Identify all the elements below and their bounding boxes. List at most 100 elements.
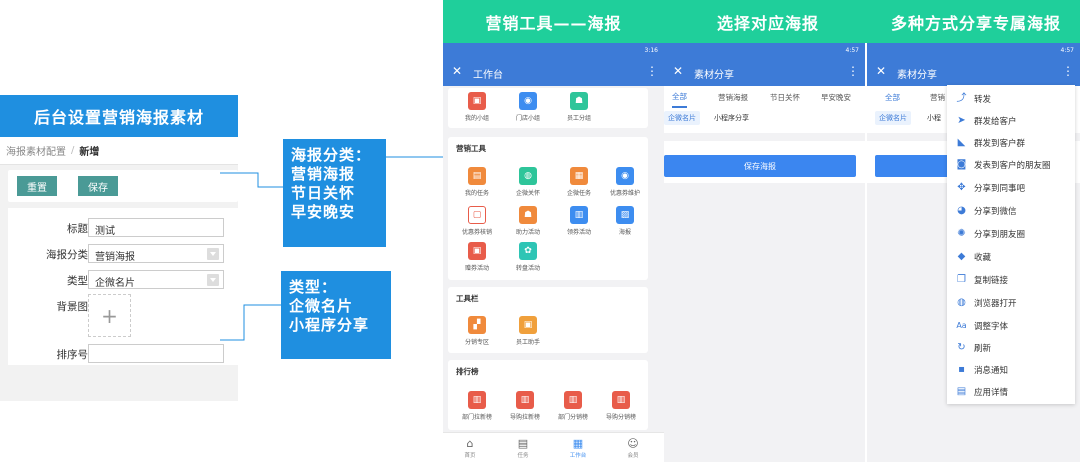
- menu-item-share-moments[interactable]: ✺ 分享到朋友圈: [947, 223, 1075, 245]
- segment-holiday[interactable]: 节日关怀: [770, 86, 800, 108]
- section-title: 营销工具: [456, 144, 486, 153]
- menu-item-open-browser[interactable]: ◍ 浏览器打开: [947, 292, 1075, 314]
- tile-label: 助力活动: [515, 229, 540, 236]
- image-icon: ▨: [616, 206, 634, 224]
- tile-wecom-care[interactable]: ◍ 企微关怀: [504, 167, 552, 205]
- chat-icon: ◍: [519, 167, 537, 185]
- menu-item-notifications[interactable]: ▪ 消息通知: [947, 359, 1075, 381]
- header-poster-tool: 营销工具——海报: [485, 13, 622, 33]
- tile-staff-assistant[interactable]: ▣ 员工助手: [504, 316, 552, 354]
- menu-item-share-colleagues[interactable]: ✥ 分享到同事吧: [947, 177, 1075, 199]
- tile-dept-new[interactable]: ▥ 部门拉新榜: [453, 391, 501, 429]
- menu-item-font-size[interactable]: Aa 调整字体: [947, 315, 1075, 337]
- tile-label: 部门分销榜: [557, 414, 588, 421]
- tile-my-task[interactable]: ▤ 我的任务: [453, 167, 501, 205]
- segment-marketing[interactable]: 营销: [930, 86, 945, 108]
- tab-label: 工作台: [569, 453, 587, 459]
- menu-item-label: 分享到朋友圈: [974, 230, 1026, 240]
- menu-item-share-wechat[interactable]: ◕ 分享到微信: [947, 200, 1075, 222]
- app-title: 素材分享: [694, 70, 734, 81]
- font-icon: Aa: [956, 321, 967, 330]
- phone-workbench: 3:16 ✕ 工作台 ⋮ ▣ 我的小组 ◉ 门店小组 ☗ 员工分组 营销工具 ▤…: [443, 43, 664, 462]
- callout-line: 营销海报: [291, 165, 356, 183]
- tile-coupon-maintain[interactable]: ◉ 优惠券维护: [601, 167, 649, 205]
- header-bar: 营销工具——海报 选择对应海报 多种方式分享专属海报: [443, 0, 1080, 43]
- menu-item-favorite[interactable]: ◆ 收藏: [947, 246, 1075, 268]
- chip-mini-program[interactable]: 小程: [923, 111, 945, 125]
- briefcase-icon: ▣: [468, 92, 486, 110]
- tile-dept-distribution[interactable]: ▥ 部门分销榜: [549, 391, 597, 429]
- tab-label: 会员: [627, 453, 639, 459]
- camera-icon: ◉: [519, 92, 537, 110]
- menu-item-copy-link[interactable]: ❐ 复制链接: [947, 269, 1075, 291]
- tile-gift-coupon[interactable]: ▣ 赠券活动: [453, 242, 501, 280]
- section-title: 排行榜: [456, 367, 479, 376]
- tile-store-group[interactable]: ◉ 门店小组: [504, 92, 552, 130]
- more-icon[interactable]: ⋮: [646, 64, 658, 78]
- tile-guide-new[interactable]: ▥ 导购拉新榜: [501, 391, 549, 429]
- close-icon[interactable]: ✕: [452, 64, 462, 78]
- marketing-tools-card: 营销工具 ▤ 我的任务 ◍ 企微关怀 ▦ 企微任务 ◉ 优惠券维护 ▢ 优惠券核…: [448, 137, 648, 280]
- tile-staff-group[interactable]: ☗ 员工分组: [555, 92, 603, 130]
- close-icon[interactable]: ✕: [673, 64, 683, 78]
- chip-mini-program[interactable]: 小程序分享: [710, 111, 753, 125]
- tile-my-group[interactable]: ▣ 我的小组: [453, 92, 501, 130]
- segment-marketing[interactable]: 营销海报: [718, 86, 748, 108]
- more-icon[interactable]: ⋮: [847, 64, 859, 78]
- menu-item-mass-send-customers[interactable]: ➤ 群发给客户: [947, 110, 1075, 132]
- segment-all[interactable]: 全部: [672, 86, 687, 108]
- top-group-card: ▣ 我的小组 ◉ 门店小组 ☗ 员工分组: [448, 88, 648, 128]
- tile-label: 导购拉新榜: [509, 414, 540, 421]
- callout-line: 类型：: [289, 278, 338, 296]
- tile-distribution[interactable]: ▞ 分销专区: [453, 316, 501, 354]
- tab-home[interactable]: ⌂ 首页: [450, 437, 490, 459]
- tile-label: 我的小组: [464, 115, 489, 122]
- tile-guide-distribution[interactable]: ▥ 导购分销榜: [597, 391, 645, 429]
- ticket-icon: ▥: [570, 206, 588, 224]
- tile-wheel-activity[interactable]: ✿ 转盘活动: [504, 242, 552, 280]
- header-share-methods: 多种方式分享专属海报: [890, 13, 1061, 33]
- close-icon[interactable]: ✕: [876, 64, 886, 78]
- menu-item-customer-moments[interactable]: ◙ 发表到客户的朋友圈: [947, 154, 1075, 176]
- menu-item-label: 消息通知: [974, 366, 1009, 376]
- chip-wecom-card[interactable]: 企微名片: [875, 111, 911, 125]
- save-poster-button[interactable]: 保存海报: [664, 155, 856, 177]
- section-title: 工具栏: [456, 294, 479, 303]
- type-connector: [220, 304, 282, 341]
- callout-line: 早安晚安: [291, 203, 356, 221]
- menu-item-mass-send-groups[interactable]: ◣ 群发到客户群: [947, 132, 1075, 154]
- tile-wecom-task[interactable]: ▦ 企微任务: [555, 167, 603, 205]
- more-icon[interactable]: ⋮: [1062, 64, 1074, 78]
- tile-coupon-verify[interactable]: ▢ 优惠券核销: [453, 206, 501, 244]
- users-icon: ☗: [570, 92, 588, 110]
- rss-icon: ◣: [957, 137, 966, 148]
- app-bar: ✕ 工作台 ⋮: [443, 59, 664, 86]
- tile-label: 我的任务: [464, 190, 489, 197]
- segment-morning-night[interactable]: 早安晚安: [821, 86, 851, 108]
- menu-item-refresh[interactable]: ↻ 刷新: [947, 337, 1075, 359]
- tab-workbench[interactable]: ▦ 工作台: [558, 437, 598, 459]
- tile-poster[interactable]: ▨ 海报: [601, 206, 649, 244]
- tab-label: 首页: [464, 453, 476, 459]
- tile-label: 企微任务: [566, 190, 591, 197]
- home-icon: ⌂: [466, 437, 474, 450]
- menu-item-forward[interactable]: ⤴ 转发: [947, 88, 1075, 110]
- tab-member[interactable]: ☺ 会员: [613, 437, 653, 459]
- chip-wecom-card[interactable]: 企微名片: [664, 111, 700, 125]
- tile-label: 部门拉新榜: [461, 414, 492, 421]
- menu-item-app-details[interactable]: ▤ 应用详情: [947, 381, 1075, 403]
- cube-icon: ◆: [957, 251, 966, 262]
- tile-boost-activity[interactable]: ☗ 助力活动: [504, 206, 552, 244]
- list-icon: ▤: [517, 437, 529, 450]
- menu-item-label: 群发到客户群: [974, 139, 1026, 149]
- wechat-icon: ◕: [957, 205, 966, 216]
- bar-chart-icon: ▥: [468, 391, 486, 409]
- tab-task[interactable]: ▤ 任务: [503, 437, 543, 459]
- status-bar: 3:16: [443, 43, 664, 59]
- task-icon: ▤: [468, 167, 486, 185]
- menu-item-label: 刷新: [974, 344, 992, 354]
- save-poster-button[interactable]: [875, 155, 955, 177]
- tile-claim-coupon[interactable]: ▥ 领券活动: [555, 206, 603, 244]
- divider: [664, 133, 865, 141]
- segment-all[interactable]: 全部: [885, 86, 900, 108]
